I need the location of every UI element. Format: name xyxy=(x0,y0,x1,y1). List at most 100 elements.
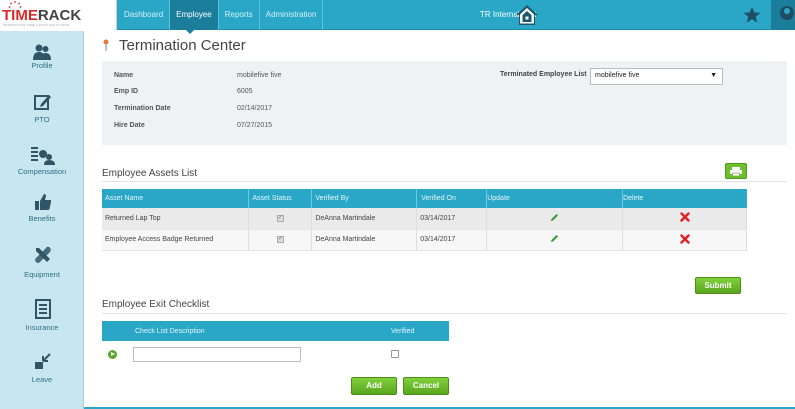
employee-info-panel: Name mobilefive five Emp ID 6005 Termina… xyxy=(102,61,787,145)
update-cell xyxy=(486,229,624,251)
logo-tagline: PRODUCTIVE TIME CLOCK SOLUTIONS xyxy=(3,23,70,27)
submit-button[interactable]: Submit xyxy=(695,277,741,294)
termination-date-label: Termination Date xyxy=(114,105,171,112)
terminated-employee-selected: mobilefive five xyxy=(595,72,640,79)
nav-administration[interactable]: Administration xyxy=(260,0,324,30)
asset-status-checkbox[interactable] xyxy=(276,214,284,222)
hire-date-value: 07/27/2015 xyxy=(237,122,273,129)
delete-cell xyxy=(622,229,747,251)
checklist-table-header: Check List Description Verified xyxy=(102,321,449,341)
sidebar-item-compensation[interactable]: Compensation xyxy=(0,145,84,197)
verified-checkbox[interactable] xyxy=(391,350,399,358)
asset-status-cell xyxy=(248,229,313,251)
logo[interactable]: TIMERACK PRODUCTIVE TIME CLOCK SOLUTIONS xyxy=(0,0,117,30)
sidebar-label-leave: Leave xyxy=(31,375,53,384)
sidebar-label-insurance: Insurance xyxy=(25,323,59,332)
sidebar-label-equipment: Equipment xyxy=(24,270,60,279)
nav-employee[interactable]: Employee xyxy=(170,0,219,30)
document-icon xyxy=(35,299,51,319)
nav-reports[interactable]: Reports xyxy=(219,0,260,30)
col-verified-by: Verified By xyxy=(311,189,418,208)
top-bar: TIMERACK PRODUCTIVE TIME CLOCK SOLUTIONS… xyxy=(0,0,795,34)
add-row-icon[interactable] xyxy=(108,349,117,359)
sidebar-label-compensation: Compensation xyxy=(17,167,67,176)
print-button[interactable] xyxy=(725,163,747,179)
table-row: Employee Access Badge Returned DeAnna Ma… xyxy=(102,229,747,251)
pencil-icon[interactable] xyxy=(550,213,559,222)
user-avatar-icon xyxy=(780,6,794,20)
verified-by-cell: DeAnna Martindale xyxy=(311,229,418,251)
asset-status-checkbox[interactable] xyxy=(276,235,284,243)
sidebar-item-pto[interactable]: PTO xyxy=(0,93,84,145)
emp-id-label: Emp ID xyxy=(114,88,139,95)
sidebar-label-profile: Profile xyxy=(31,61,53,70)
asset-name-cell: Returned Lap Top xyxy=(102,208,250,230)
sidebar-item-leave[interactable]: Leave xyxy=(0,352,84,404)
thumbs-up-icon xyxy=(35,194,52,210)
favorites-star-icon[interactable] xyxy=(743,6,761,24)
pin-icon xyxy=(103,39,109,51)
sidebar-item-equipment[interactable]: Equipment xyxy=(0,246,84,298)
sidebar-item-insurance[interactable]: Insurance xyxy=(0,299,84,351)
checklist-new-row xyxy=(102,341,449,367)
asset-name-cell: Employee Access Badge Returned xyxy=(102,229,250,251)
leave-icon xyxy=(35,353,51,369)
table-row: Returned Lap Top DeAnna Martindale 03/14… xyxy=(102,208,747,230)
verified-cell xyxy=(391,341,449,367)
col-asset-name: Asset Name xyxy=(102,189,250,208)
checklist-section-divider xyxy=(102,313,787,314)
tools-icon xyxy=(35,246,51,263)
assets-section-title: Employee Assets List xyxy=(102,168,198,179)
col-update: Update xyxy=(486,189,624,208)
name-value: mobilefive five xyxy=(237,72,282,79)
terminated-employee-select[interactable]: mobilefive five ▼ xyxy=(590,68,723,85)
nav-active-caret xyxy=(185,29,195,34)
home-icon[interactable] xyxy=(515,3,539,27)
checklist-description-input[interactable] xyxy=(133,346,301,362)
termination-date-value: 02/14/2017 xyxy=(237,105,273,112)
verified-on-cell: 03/14/2017 xyxy=(416,229,488,251)
asset-status-cell xyxy=(248,208,313,230)
terminated-employee-list-label: Terminated Employee List xyxy=(500,71,587,78)
col-verified-on: Verified On xyxy=(416,189,488,208)
pencil-icon[interactable] xyxy=(550,234,559,243)
edit-icon xyxy=(34,95,51,110)
col-asset-status: Asset Status xyxy=(248,189,313,208)
compensation-icon xyxy=(31,147,55,165)
chevron-down-icon: ▼ xyxy=(710,72,717,79)
assets-section-divider xyxy=(102,181,787,182)
add-row-cell xyxy=(102,341,133,367)
logo-text: TIMERACK xyxy=(2,7,82,24)
col-delete: Delete xyxy=(622,189,747,208)
sidebar-item-benefits[interactable]: Benefits xyxy=(0,193,84,245)
main-nav: Dashboard Employee Reports Administratio… xyxy=(118,0,324,30)
description-cell xyxy=(133,341,391,367)
checklist-table: Check List Description Verified xyxy=(102,321,449,367)
user-avatar-button[interactable] xyxy=(771,0,795,30)
hire-date-label: Hire Date xyxy=(114,122,145,129)
col-checklist-description: Check List Description xyxy=(133,321,391,341)
delete-x-icon[interactable] xyxy=(679,233,690,244)
col-verified: Verified xyxy=(391,321,449,341)
printer-icon xyxy=(730,167,742,177)
verified-by-cell: DeAnna Martindale xyxy=(311,208,418,230)
checklist-section-title: Employee Exit Checklist xyxy=(102,299,210,310)
name-label: Name xyxy=(114,72,134,79)
emp-id-value: 6005 xyxy=(237,88,253,95)
add-button[interactable]: Add xyxy=(351,377,397,395)
delete-x-icon[interactable] xyxy=(679,212,690,222)
sidebar: Profile PTO Compensation Benefits Equipm… xyxy=(0,31,84,409)
sidebar-item-profile[interactable]: Profile xyxy=(0,43,84,95)
sidebar-label-benefits: Benefits xyxy=(28,214,56,223)
nav-dashboard[interactable]: Dashboard xyxy=(118,0,171,30)
assets-table-header: Asset Name Asset Status Verified By Veri… xyxy=(102,189,747,208)
page-title: Termination Center xyxy=(119,37,246,54)
assets-table: Asset Name Asset Status Verified By Veri… xyxy=(102,189,747,251)
cancel-button[interactable]: Cancel xyxy=(403,377,449,395)
sidebar-label-pto: PTO xyxy=(34,115,50,124)
col-add-spacer xyxy=(102,321,133,341)
verified-on-cell: 03/14/2017 xyxy=(416,208,488,230)
update-cell xyxy=(486,208,624,230)
delete-cell xyxy=(622,208,747,230)
profile-icon xyxy=(33,44,51,60)
